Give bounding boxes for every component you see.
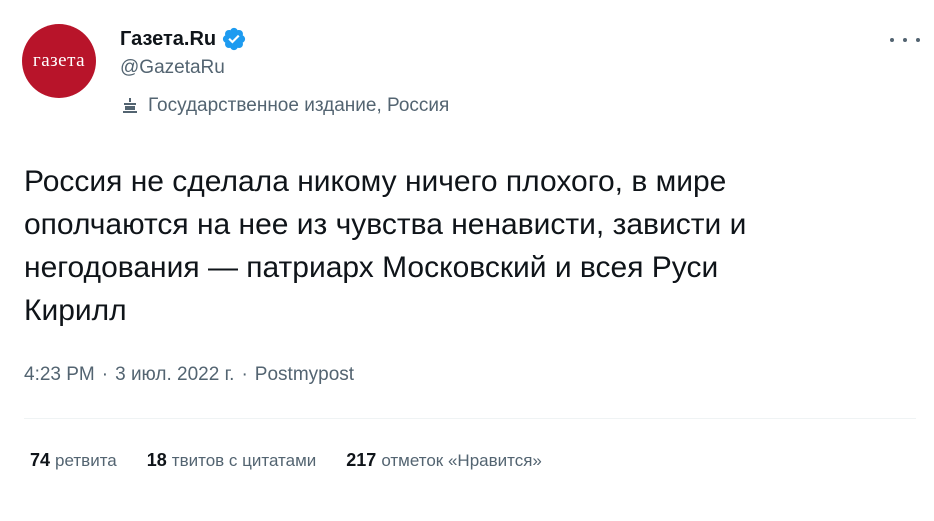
likes-count: 217 bbox=[346, 450, 377, 470]
tweet-source-link[interactable]: Postmypost bbox=[255, 364, 354, 386]
tweet-date[interactable]: 3 июл. 2022 г. bbox=[115, 364, 234, 386]
account-handle[interactable]: @GazetaRu bbox=[120, 57, 449, 79]
avatar-logo-text: газета bbox=[32, 50, 86, 71]
likes-stat[interactable]: 217 отметок «Нравится» bbox=[346, 450, 542, 471]
state-affiliation-label: Государственное издание, Россия bbox=[120, 95, 449, 117]
tweet-time[interactable]: 4:23 PM bbox=[24, 364, 95, 386]
tweet-header: Газета.Ru @GazetaRu Государственное изда… bbox=[120, 26, 449, 117]
state-affiliation-text: Государственное издание, Россия bbox=[148, 95, 450, 116]
name-row: Газета.Ru bbox=[120, 26, 449, 52]
retweets-count: 74 bbox=[30, 450, 51, 470]
quotes-stat[interactable]: 18 твитов с цитатами bbox=[147, 450, 317, 471]
quotes-label: твитов с цитатами bbox=[171, 451, 317, 470]
tweet-meta: 4:23 PM · 3 июл. 2022 г. · Postmypost bbox=[24, 364, 354, 386]
meta-separator: · bbox=[101, 364, 109, 385]
more-options-button[interactable] bbox=[890, 30, 920, 50]
more-dot-icon bbox=[903, 38, 907, 42]
more-dot-icon bbox=[916, 38, 920, 42]
divider bbox=[24, 418, 916, 419]
avatar[interactable]: газета bbox=[22, 24, 96, 98]
verified-badge-icon bbox=[221, 26, 247, 52]
engagement-stats: 74 ретвита 18 твитов с цитатами 217 отме… bbox=[30, 450, 572, 471]
quotes-count: 18 bbox=[146, 450, 167, 470]
tweet-text: Россия не сделала никому ничего плохого,… bbox=[24, 165, 747, 327]
likes-label: отметок «Нравится» bbox=[381, 451, 542, 470]
retweets-label: ретвита bbox=[55, 451, 117, 470]
tweet-card: газета Газета.Ru @GazetaRu Государственн… bbox=[0, 0, 934, 521]
meta-separator: · bbox=[241, 364, 248, 385]
government-building-icon bbox=[120, 96, 140, 116]
more-dot-icon bbox=[890, 38, 894, 42]
display-name[interactable]: Газета.Ru bbox=[120, 28, 216, 51]
retweets-stat[interactable]: 74 ретвита bbox=[30, 450, 117, 471]
